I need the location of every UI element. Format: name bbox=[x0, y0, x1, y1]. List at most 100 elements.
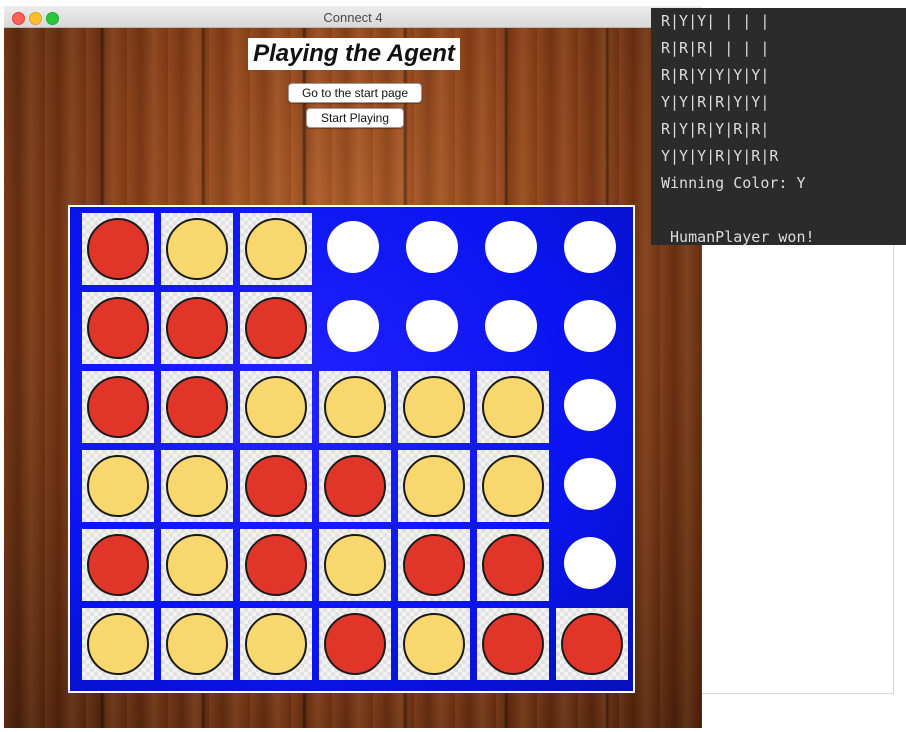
board-cell-r3-c3[interactable] bbox=[240, 371, 312, 443]
title-bar[interactable]: Connect 4 bbox=[4, 6, 702, 28]
yellow-disc bbox=[166, 534, 228, 596]
empty-slot bbox=[406, 221, 458, 273]
board-cell-r5-c6[interactable] bbox=[477, 529, 549, 601]
start-playing-button[interactable]: Start Playing bbox=[306, 108, 404, 128]
yellow-disc bbox=[324, 376, 386, 438]
console-line: R|R|Y|Y|Y|Y| bbox=[661, 66, 770, 84]
red-disc bbox=[324, 613, 386, 675]
red-disc bbox=[482, 613, 544, 675]
empty-slot bbox=[564, 458, 616, 510]
yellow-disc bbox=[482, 376, 544, 438]
console-line: HumanPlayer won! bbox=[661, 228, 815, 246]
yellow-disc bbox=[166, 613, 228, 675]
yellow-disc bbox=[403, 613, 465, 675]
yellow-disc bbox=[87, 455, 149, 517]
console-line: Y|Y|R|R|Y|Y| bbox=[661, 93, 770, 111]
board-cell-r6-c7[interactable] bbox=[556, 608, 628, 680]
yellow-disc bbox=[324, 534, 386, 596]
board-cell-r3-c1[interactable] bbox=[82, 371, 154, 443]
board-cell-r6-c3[interactable] bbox=[240, 608, 312, 680]
yellow-disc bbox=[166, 218, 228, 280]
board-cell-r3-c6[interactable] bbox=[477, 371, 549, 443]
board-cell-r6-c6[interactable] bbox=[477, 608, 549, 680]
red-disc bbox=[324, 455, 386, 517]
red-disc bbox=[245, 534, 307, 596]
board-cell-r4-c7[interactable] bbox=[556, 450, 628, 522]
page-title: Playing the Agent bbox=[248, 38, 460, 70]
console-output: R|Y|Y| | | | R|R|R| | | | R|R|Y|Y|Y|Y| Y|Y|… bbox=[651, 8, 906, 246]
empty-slot bbox=[327, 221, 379, 273]
yellow-disc bbox=[87, 613, 149, 675]
board-cell-r4-c3[interactable] bbox=[240, 450, 312, 522]
game-board[interactable] bbox=[68, 205, 635, 693]
board-cell-r2-c7[interactable] bbox=[556, 292, 628, 364]
console-line: R|R|R| | | | bbox=[661, 39, 770, 57]
red-disc bbox=[166, 376, 228, 438]
board-cell-r3-c2[interactable] bbox=[161, 371, 233, 443]
board-cell-r4-c1[interactable] bbox=[82, 450, 154, 522]
red-disc bbox=[87, 534, 149, 596]
yellow-disc bbox=[403, 455, 465, 517]
yellow-disc bbox=[245, 613, 307, 675]
board-cell-r1-c4[interactable] bbox=[319, 213, 391, 285]
board-cell-r3-c4[interactable] bbox=[319, 371, 391, 443]
board-cell-r2-c4[interactable] bbox=[319, 292, 391, 364]
board-cell-r4-c6[interactable] bbox=[477, 450, 549, 522]
red-disc bbox=[561, 613, 623, 675]
board-cell-r5-c4[interactable] bbox=[319, 529, 391, 601]
yellow-disc bbox=[166, 455, 228, 517]
go-to-start-page-button[interactable]: Go to the start page bbox=[288, 83, 422, 103]
board-cell-r1-c2[interactable] bbox=[161, 213, 233, 285]
connect4-window: Connect 4 Playing the Agent Go to the st… bbox=[4, 6, 702, 728]
red-disc bbox=[166, 297, 228, 359]
board-cell-r1-c1[interactable] bbox=[82, 213, 154, 285]
empty-slot bbox=[564, 379, 616, 431]
red-disc bbox=[403, 534, 465, 596]
empty-slot bbox=[564, 221, 616, 273]
red-disc bbox=[245, 297, 307, 359]
board-cell-r1-c5[interactable] bbox=[398, 213, 470, 285]
board-cell-r4-c5[interactable] bbox=[398, 450, 470, 522]
board-cell-r5-c3[interactable] bbox=[240, 529, 312, 601]
empty-slot bbox=[564, 537, 616, 589]
console-line: R|Y|Y| | | | bbox=[661, 12, 770, 30]
board-cell-r5-c5[interactable] bbox=[398, 529, 470, 601]
red-disc bbox=[245, 455, 307, 517]
board-cell-r6-c4[interactable] bbox=[319, 608, 391, 680]
yellow-disc bbox=[403, 376, 465, 438]
board-cell-r3-c7[interactable] bbox=[556, 371, 628, 443]
board-cell-r4-c2[interactable] bbox=[161, 450, 233, 522]
board-cell-r1-c7[interactable] bbox=[556, 213, 628, 285]
board-cell-r2-c1[interactable] bbox=[82, 292, 154, 364]
yellow-disc bbox=[482, 455, 544, 517]
empty-slot bbox=[564, 300, 616, 352]
board-cell-r2-c5[interactable] bbox=[398, 292, 470, 364]
board-cell-r6-c1[interactable] bbox=[82, 608, 154, 680]
board-cell-r5-c1[interactable] bbox=[82, 529, 154, 601]
board-cell-r3-c5[interactable] bbox=[398, 371, 470, 443]
yellow-disc bbox=[245, 218, 307, 280]
window-title: Connect 4 bbox=[323, 10, 383, 25]
empty-slot bbox=[327, 300, 379, 352]
board-cell-r2-c3[interactable] bbox=[240, 292, 312, 364]
board-cell-r6-c5[interactable] bbox=[398, 608, 470, 680]
red-disc bbox=[482, 534, 544, 596]
console-line: R|Y|R|Y|R|R| bbox=[661, 120, 770, 138]
red-disc bbox=[87, 218, 149, 280]
board-cell-r5-c7[interactable] bbox=[556, 529, 628, 601]
red-disc bbox=[87, 376, 149, 438]
board-cell-r2-c2[interactable] bbox=[161, 292, 233, 364]
yellow-disc bbox=[245, 376, 307, 438]
empty-slot bbox=[406, 300, 458, 352]
empty-slot bbox=[485, 300, 537, 352]
board-cell-r2-c6[interactable] bbox=[477, 292, 549, 364]
red-disc bbox=[87, 297, 149, 359]
empty-slot bbox=[485, 221, 537, 273]
board-cell-r4-c4[interactable] bbox=[319, 450, 391, 522]
board-cell-r1-c3[interactable] bbox=[240, 213, 312, 285]
board-cell-r5-c2[interactable] bbox=[161, 529, 233, 601]
console-line: Y|Y|Y|R|Y|R|R bbox=[661, 147, 779, 165]
board-cell-r1-c6[interactable] bbox=[477, 213, 549, 285]
board-cell-r6-c2[interactable] bbox=[161, 608, 233, 680]
console-line: Winning Color: Y bbox=[661, 174, 806, 192]
